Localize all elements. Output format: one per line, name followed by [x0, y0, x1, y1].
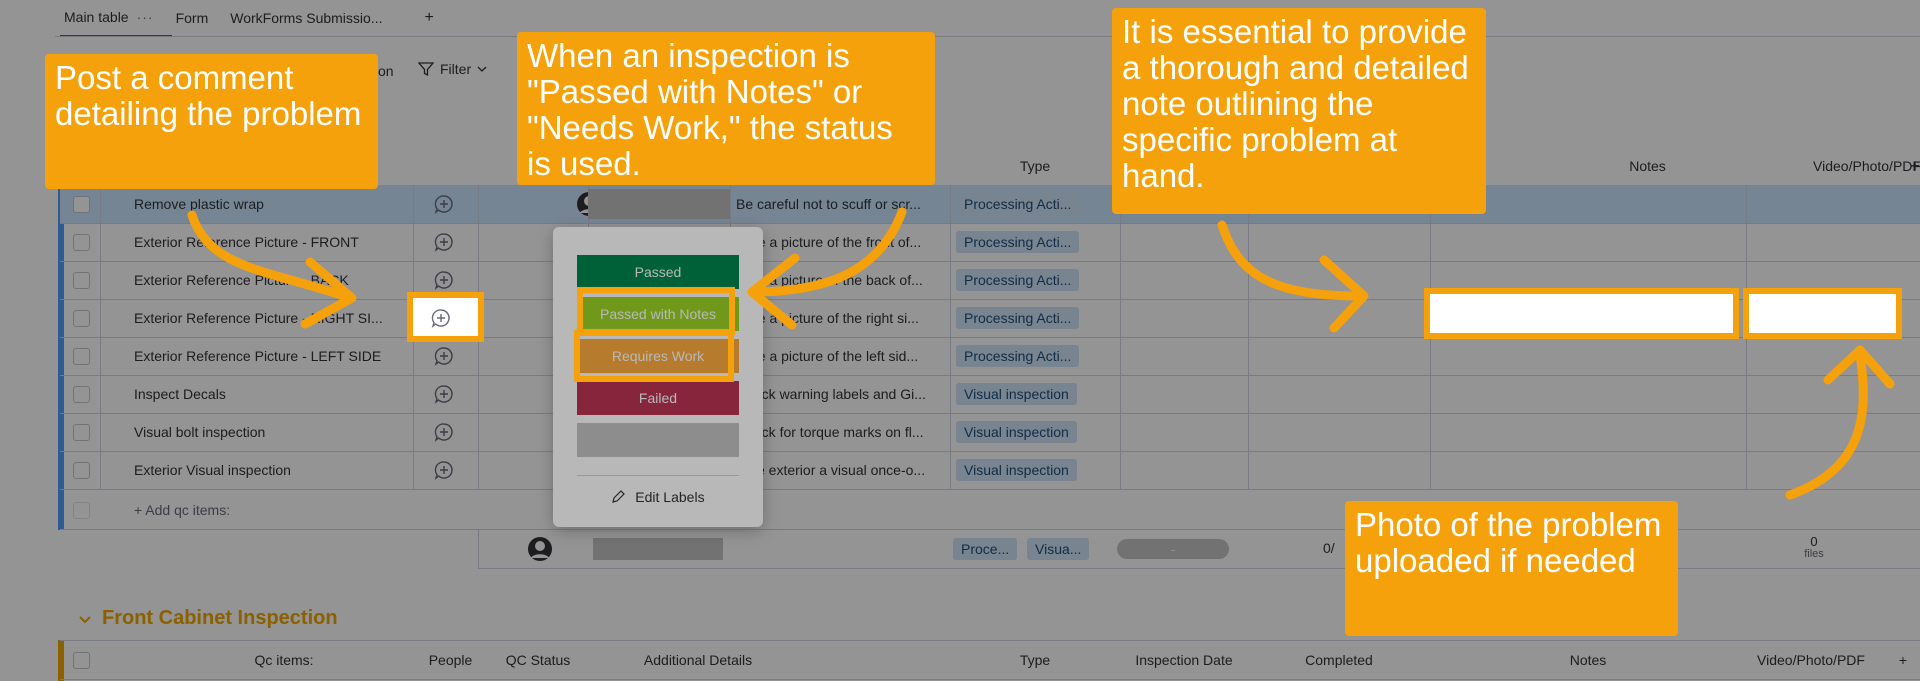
callout-status: When an inspection is "Passed with Notes…	[517, 32, 935, 185]
callout-photo: Photo of the problem uploaded if needed	[1345, 501, 1678, 636]
arrow-to-notes	[1217, 220, 1368, 301]
arrow-to-comment	[187, 210, 355, 303]
board-view: Main table ··· Form WorkForms Submissio.…	[0, 0, 1920, 681]
arrow-to-status	[747, 207, 907, 297]
callout-notes: It is essential to provide a thorough an…	[1112, 8, 1486, 214]
callout-comment: Post a comment detailing the problem	[45, 54, 378, 189]
